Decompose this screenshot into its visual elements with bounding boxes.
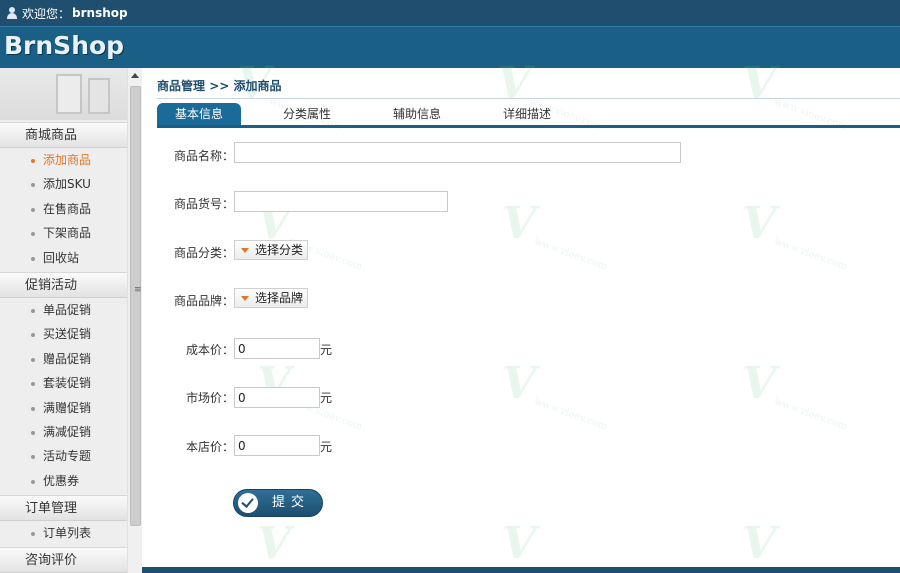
watermark: Vwww.vioev.com xyxy=(742,198,849,273)
watermark: Vwww.vioev.com xyxy=(742,358,849,433)
market-price-unit: 元 xyxy=(320,391,333,405)
sidebar-item-single-promo[interactable]: 单品促销 xyxy=(0,298,141,322)
cost-price-label: 成本价： xyxy=(186,343,235,357)
market-price-input[interactable] xyxy=(234,387,320,408)
sidebar-item-topic[interactable]: 活动专题 xyxy=(0,444,141,468)
grip-icon: ≡ xyxy=(134,285,142,295)
main-content: Vwww.vioev.com Vwww.vioev.com Vwww.vioev… xyxy=(142,58,900,573)
tab-aux-info[interactable]: 辅助信息 xyxy=(377,103,457,125)
cost-price-unit: 元 xyxy=(320,343,333,357)
sidebar-item-recycle-bin[interactable]: 回收站 xyxy=(0,246,141,270)
product-sn-label: 商品货号： xyxy=(174,197,235,211)
select-brand-button[interactable]: 选择品牌 xyxy=(234,288,308,308)
sidebar-banner xyxy=(0,68,141,120)
select-brand-label: 选择品牌 xyxy=(255,291,304,305)
product-name-input[interactable] xyxy=(234,142,681,163)
watermark: Vwww.vioev.com xyxy=(502,358,609,433)
breadcrumb-parent[interactable]: 商品管理 xyxy=(157,79,205,93)
breadcrumb-current: 添加商品 xyxy=(233,79,282,93)
sidebar-item-add-product[interactable]: 添加商品 xyxy=(0,148,141,172)
sidebar-group-goods[interactable]: 商城商品 xyxy=(0,122,141,148)
tab-category-attrs[interactable]: 分类属性 xyxy=(267,103,347,125)
check-icon xyxy=(238,493,258,513)
divider xyxy=(157,98,900,99)
submit-label: 提交 xyxy=(272,495,311,510)
sidebar-item-full-cut-promo[interactable]: 满减促销 xyxy=(0,420,141,444)
sidebar-group-orders[interactable]: 订单管理 xyxy=(0,495,141,522)
sidebar-group-promotions[interactable]: 促销活动 xyxy=(0,271,141,298)
watermark: V xyxy=(257,518,292,569)
sidebar-item-coupon[interactable]: 优惠券 xyxy=(0,469,141,493)
sidebar: 商城商品 添加商品 添加SKU 在售商品 下架商品 回收站 促销活动 单品促销 … xyxy=(0,68,142,573)
caret-down-icon xyxy=(241,296,249,301)
product-sn-input[interactable] xyxy=(234,191,448,212)
sidebar-item-buy-send-promo[interactable]: 买送促销 xyxy=(0,322,141,346)
breadcrumb: 商品管理 >> 添加商品 xyxy=(157,77,282,94)
cost-price-input[interactable] xyxy=(234,338,320,359)
sidebar-scrollbar[interactable]: ≡ xyxy=(127,68,142,573)
shop-price-input[interactable] xyxy=(234,435,320,456)
top-bar: 欢迎您： brnshop xyxy=(0,0,900,26)
submit-button[interactable]: 提交 xyxy=(233,489,323,517)
shop-price-unit: 元 xyxy=(320,440,333,454)
market-price-label: 市场价： xyxy=(186,391,235,405)
welcome-text: 欢迎您： xyxy=(22,6,71,21)
tab-basic-info[interactable]: 基本信息 xyxy=(157,103,241,125)
sidebar-item-on-sale[interactable]: 在售商品 xyxy=(0,197,141,221)
watermark: V xyxy=(742,518,777,569)
shop-price-label: 本店价： xyxy=(186,440,235,454)
bottom-bar xyxy=(142,567,900,573)
banner-image xyxy=(56,74,82,114)
caret-down-icon xyxy=(241,248,249,253)
select-category-button[interactable]: 选择分类 xyxy=(234,240,308,260)
sidebar-group-consult[interactable]: 咨询评价 xyxy=(0,547,141,573)
username: brnshop xyxy=(72,6,128,20)
sidebar-item-gift-promo[interactable]: 赠品促销 xyxy=(0,347,141,371)
select-category-label: 选择分类 xyxy=(255,243,304,257)
category-label: 商品分类： xyxy=(174,246,235,260)
sidebar-item-suit-promo[interactable]: 套装促销 xyxy=(0,371,141,395)
brand-label: 商品品牌： xyxy=(174,294,235,308)
watermark: V xyxy=(502,518,537,569)
scrollbar-thumb[interactable]: ≡ xyxy=(130,86,142,526)
tab-bar: 基本信息 分类属性 辅助信息 详细描述 xyxy=(157,103,900,128)
product-name-label: 商品名称： xyxy=(174,149,235,163)
sidebar-item-add-sku[interactable]: 添加SKU xyxy=(0,172,141,196)
sidebar-item-off-shelf[interactable]: 下架商品 xyxy=(0,221,141,245)
header: BrnShop xyxy=(0,26,900,68)
breadcrumb-separator: >> xyxy=(209,79,230,93)
sidebar-item-full-gift-promo[interactable]: 满赠促销 xyxy=(0,396,141,420)
sidebar-item-order-list[interactable]: 订单列表 xyxy=(0,521,141,545)
banner-image xyxy=(88,78,110,114)
user-icon xyxy=(6,7,18,19)
logo[interactable]: BrnShop xyxy=(4,31,124,60)
scroll-up-icon[interactable] xyxy=(131,73,139,78)
watermark: Vwww.vioev.com xyxy=(502,198,609,273)
tab-detail-desc[interactable]: 详细描述 xyxy=(487,103,567,125)
